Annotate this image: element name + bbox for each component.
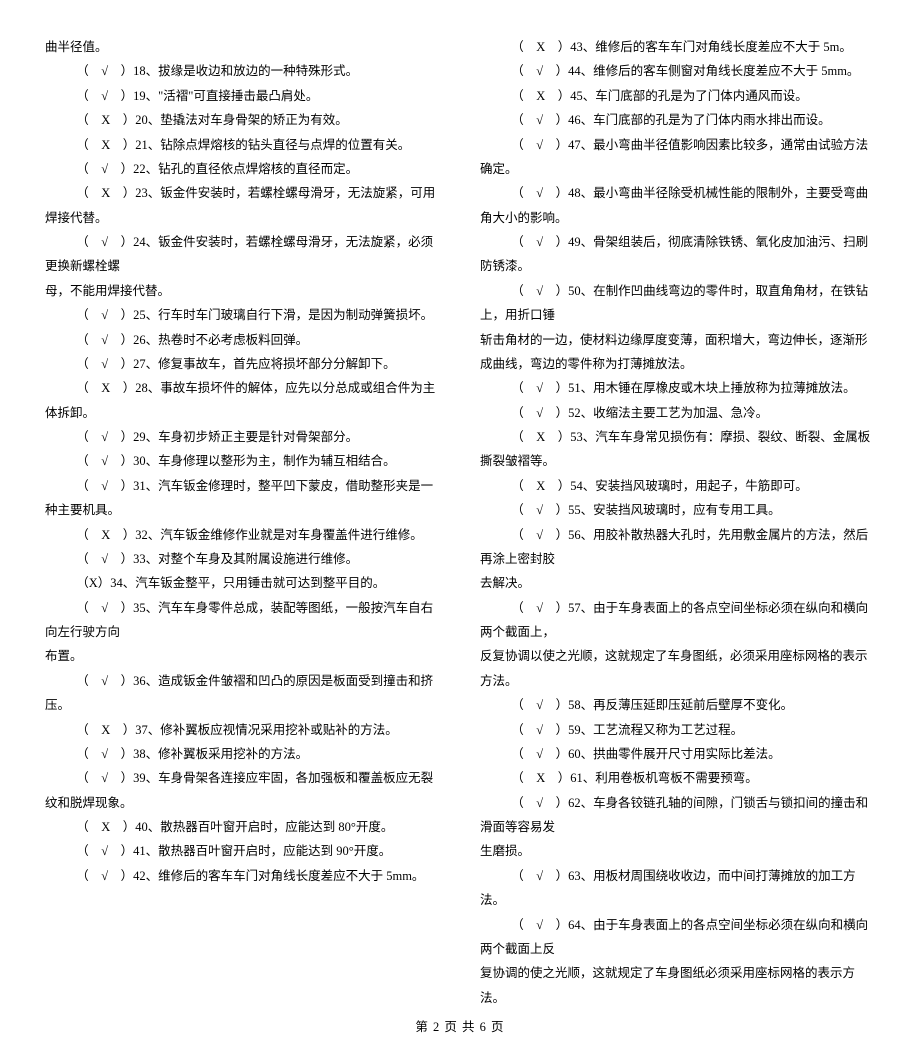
question-item: （ √ ）31、汽车钣金修理时，整平凹下蒙皮，借助整形夹是一种主要机具。 [45,474,440,523]
question-item: （ √ ）33、对整个车身及其附属设施进行维修。 [45,547,440,571]
question-item: （ √ ）64、由于车身表面上的各点空间坐标必须在纵向和横向两个截面上反 [480,913,875,962]
question-item: （ X ）54、安装挡风玻璃时，用起子，牛筋即可。 [480,474,875,498]
question-item: （ √ ）60、拱曲零件展开尺寸用实际比差法。 [480,742,875,766]
right-column: （ X ）43、维修后的客车车门对角线长度差应不大于 5m。 （ √ ）44、维… [480,35,875,1010]
question-item: （ √ ）38、修补翼板采用挖补的方法。 [45,742,440,766]
text-line: 布置。 [45,644,440,668]
question-item: （X）34、汽车钣金整平，只用锤击就可达到整平目的。 [45,571,440,595]
question-item: （ √ ）63、用板材周围绕收收边，而中间打薄摊放的加工方法。 [480,864,875,913]
question-item: （ √ ）39、车身骨架各连接应牢固，各加强板和覆盖板应无裂纹和脱焊现象。 [45,766,440,815]
question-item: （ √ ）51、用木锤在厚橡皮或木块上捶放称为拉薄摊放法。 [480,376,875,400]
question-item: （ X ）53、汽车车身常见损伤有：摩损、裂纹、断裂、金属板撕裂皱褶等。 [480,425,875,474]
page-footer: 第 2 页 共 6 页 [45,1015,875,1039]
question-item: （ X ）23、钣金件安装时，若螺栓螺母滑牙，无法旋紧，可用焊接代替。 [45,181,440,230]
question-item: （ √ ）24、钣金件安装时，若螺栓螺母滑牙，无法旋紧，必须更换新螺栓螺 [45,230,440,279]
question-item: （ √ ）25、行车时车门玻璃自行下滑，是因为制动弹簧损坏。 [45,303,440,327]
question-item: （ √ ）18、拔缘是收边和放边的一种特殊形式。 [45,59,440,83]
text-line: 曲半径值。 [45,35,440,59]
text-line: 反复协调以使之光顺，这就规定了车身图纸，必须采用座标网格的表示方法。 [480,644,875,693]
question-item: （ X ）61、利用卷板机弯板不需要预弯。 [480,766,875,790]
question-item: （ X ）20、垫撬法对车身骨架的矫正为有效。 [45,108,440,132]
question-item: （ √ ）42、维修后的客车车门对角线长度差应不大于 5mm。 [45,864,440,888]
question-item: （ √ ）62、车身各铰链孔轴的间隙，门锁舌与锁扣间的撞击和滑面等容易发 [480,791,875,840]
question-item: （ X ）40、散热器百叶窗开启时，应能达到 80°开度。 [45,815,440,839]
text-line: 复协调的使之光顺，这就规定了车身图纸必须采用座标网格的表示方法。 [480,961,875,1010]
question-item: （ X ）28、事故车损坏件的解体，应先以分总成或组合件为主体拆卸。 [45,376,440,425]
text-line: 斩击角材的一边，使材料边缘厚度变薄，面积增大，弯边伸长，逐渐形成曲线，弯边的零件… [480,328,875,377]
question-item: （ X ）21、钻除点焊熔核的钻头直径与点焊的位置有关。 [45,133,440,157]
question-item: （ √ ）47、最小弯曲半径值影响因素比较多，通常由试验方法确定。 [480,133,875,182]
question-item: （ √ ）22、钻孔的直径依点焊熔核的直径而定。 [45,157,440,181]
text-line: 去解决。 [480,571,875,595]
text-line: 生磨损。 [480,839,875,863]
question-item: （ X ）45、车门底部的孔是为了门体内通风而设。 [480,84,875,108]
question-item: （ √ ）27、修复事故车，首先应将损坏部分分解卸下。 [45,352,440,376]
question-item: （ √ ）26、热卷时不必考虑板料回弹。 [45,328,440,352]
question-item: （ √ ）19、"活褶"可直接捶击最凸肩处。 [45,84,440,108]
question-item: （ √ ）50、在制作凹曲线弯边的零件时，取直角角材，在铁钻上，用折口锤 [480,279,875,328]
question-item: （ √ ）35、汽车车身零件总成，装配等图纸，一般按汽车自右向左行驶方向 [45,596,440,645]
question-item: （ √ ）29、车身初步矫正主要是针对骨架部分。 [45,425,440,449]
question-item: （ √ ）48、最小弯曲半径除受机械性能的限制外，主要受弯曲角大小的影响。 [480,181,875,230]
question-item: （ √ ）59、工艺流程又称为工艺过程。 [480,718,875,742]
question-item: （ √ ）52、收缩法主要工艺为加温、急冷。 [480,401,875,425]
question-item: （ √ ）36、造成钣金件皱褶和凹凸的原因是板面受到撞击和挤压。 [45,669,440,718]
left-column: 曲半径值。 （ √ ）18、拔缘是收边和放边的一种特殊形式。 （ √ ）19、"… [45,35,440,1010]
question-item: （ X ）37、修补翼板应视情况采用挖补或贴补的方法。 [45,718,440,742]
question-item: （ √ ）56、用胶补散热器大孔时，先用敷金属片的方法，然后再涂上密封胶 [480,523,875,572]
question-item: （ √ ）57、由于车身表面上的各点空间坐标必须在纵向和横向两个截面上， [480,596,875,645]
question-item: （ √ ）46、车门底部的孔是为了门体内雨水排出而设。 [480,108,875,132]
question-item: （ √ ）44、维修后的客车侧窗对角线长度差应不大于 5mm。 [480,59,875,83]
question-item: （ √ ）30、车身修理以整形为主，制作为辅互相结合。 [45,449,440,473]
question-item: （ √ ）49、骨架组装后，彻底清除铁锈、氧化皮加油污、扫刷防锈漆。 [480,230,875,279]
question-item: （ X ）32、汽车钣金维修作业就是对车身覆盖件进行维修。 [45,523,440,547]
question-item: （ X ）43、维修后的客车车门对角线长度差应不大于 5m。 [480,35,875,59]
question-item: （ √ ）58、再反薄压延即压延前后壁厚不变化。 [480,693,875,717]
text-line: 母，不能用焊接代替。 [45,279,440,303]
question-item: （ √ ）41、散热器百叶窗开启时，应能达到 90°开度。 [45,839,440,863]
question-item: （ √ ）55、安装挡风玻璃时，应有专用工具。 [480,498,875,522]
